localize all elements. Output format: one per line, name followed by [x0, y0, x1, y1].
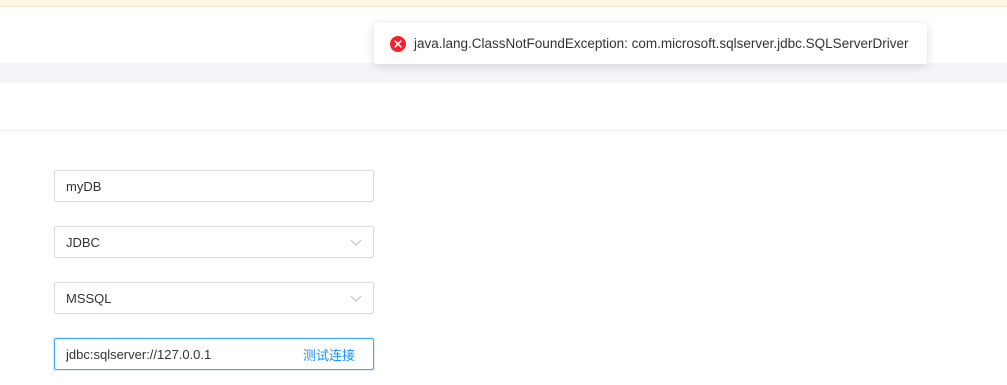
database-type-select[interactable]: MSSQL: [54, 282, 374, 314]
database-type-value: MSSQL: [66, 290, 112, 306]
jdbc-url-value: jdbc:sqlserver://127.0.0.1: [66, 346, 212, 362]
connection-type-value: JDBC: [66, 234, 100, 250]
chevron-down-icon: [350, 236, 362, 248]
error-circle-icon: [390, 35, 406, 52]
top-notice-strip: [0, 0, 1007, 7]
content-separator-band: [0, 63, 1007, 83]
test-connection-button[interactable]: 测试连接: [303, 345, 355, 364]
connection-type-select[interactable]: JDBC: [54, 226, 374, 258]
chevron-down-icon: [350, 292, 362, 304]
datasource-name-value: myDB: [66, 178, 102, 194]
panel-header-divider: [0, 130, 1007, 131]
datasource-name-input[interactable]: myDB: [54, 170, 374, 202]
jdbc-url-input[interactable]: jdbc:sqlserver://127.0.0.1 测试连接: [54, 338, 374, 370]
error-toast-message: java.lang.ClassNotFoundException: com.mi…: [414, 36, 909, 51]
error-toast: java.lang.ClassNotFoundException: com.mi…: [374, 23, 927, 64]
